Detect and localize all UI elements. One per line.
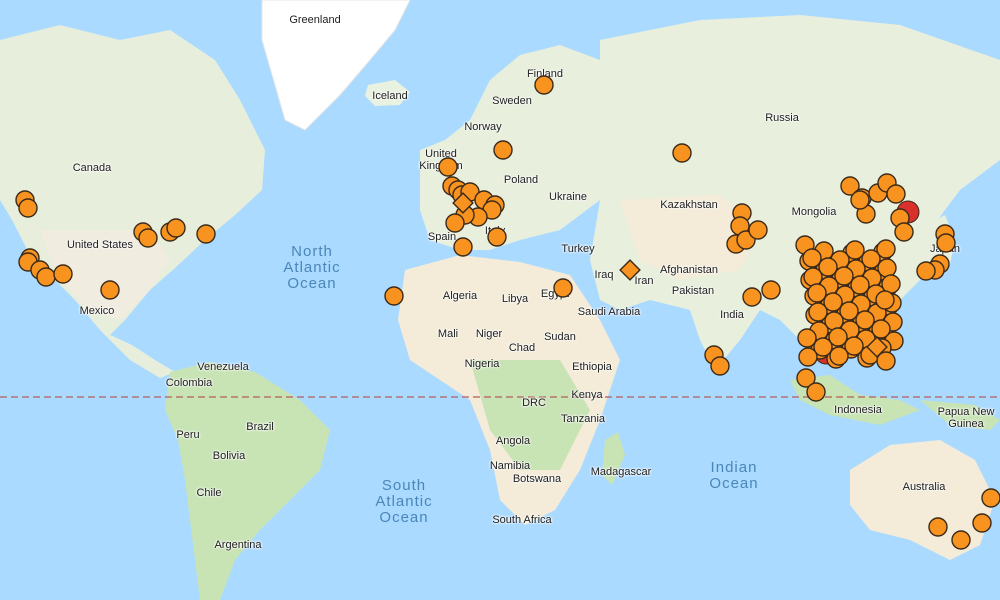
location-marker[interactable] (981, 488, 1000, 508)
location-marker[interactable] (818, 257, 838, 277)
location-marker[interactable] (802, 248, 822, 268)
location-marker[interactable] (850, 190, 870, 210)
location-marker[interactable] (487, 227, 507, 247)
location-marker[interactable] (761, 280, 781, 300)
location-marker[interactable] (844, 336, 864, 356)
location-marker[interactable] (806, 382, 826, 402)
location-marker[interactable] (875, 290, 895, 310)
location-marker[interactable] (742, 287, 762, 307)
location-marker[interactable] (877, 258, 897, 278)
location-marker[interactable] (834, 266, 854, 286)
location-marker[interactable] (916, 261, 936, 281)
location-marker[interactable] (493, 140, 513, 160)
location-marker[interactable] (850, 275, 870, 295)
location-marker[interactable] (166, 218, 186, 238)
location-marker[interactable] (18, 198, 38, 218)
location-marker[interactable] (138, 228, 158, 248)
location-marker[interactable] (196, 224, 216, 244)
location-marker[interactable] (534, 75, 554, 95)
location-marker[interactable] (797, 328, 817, 348)
location-marker[interactable] (36, 267, 56, 287)
location-marker[interactable] (839, 301, 859, 321)
world-map[interactable]: North Atlantic Ocean South Atlantic Ocea… (0, 0, 1000, 600)
location-marker[interactable] (951, 530, 971, 550)
location-marker[interactable] (936, 233, 956, 253)
location-marker[interactable] (748, 220, 768, 240)
location-marker[interactable] (453, 237, 473, 257)
location-marker[interactable] (710, 356, 730, 376)
location-marker[interactable] (823, 292, 843, 312)
location-marker[interactable] (445, 213, 465, 233)
location-marker[interactable] (100, 280, 120, 300)
location-marker[interactable] (855, 310, 875, 330)
location-marker[interactable] (894, 222, 914, 242)
location-marker[interactable] (845, 240, 865, 260)
markers-layer (15, 75, 1000, 550)
location-marker[interactable] (928, 517, 948, 537)
diamond-marker[interactable] (619, 259, 641, 281)
location-marker[interactable] (53, 264, 73, 284)
location-marker[interactable] (672, 143, 692, 163)
location-marker[interactable] (384, 286, 404, 306)
location-marker[interactable] (828, 327, 848, 347)
location-marker[interactable] (886, 184, 906, 204)
location-marker[interactable] (807, 283, 827, 303)
location-marker[interactable] (881, 274, 901, 294)
location-marker[interactable] (871, 319, 891, 339)
location-marker[interactable] (553, 278, 573, 298)
location-marker[interactable] (972, 513, 992, 533)
location-marker[interactable] (876, 239, 896, 259)
location-marker[interactable] (438, 157, 458, 177)
